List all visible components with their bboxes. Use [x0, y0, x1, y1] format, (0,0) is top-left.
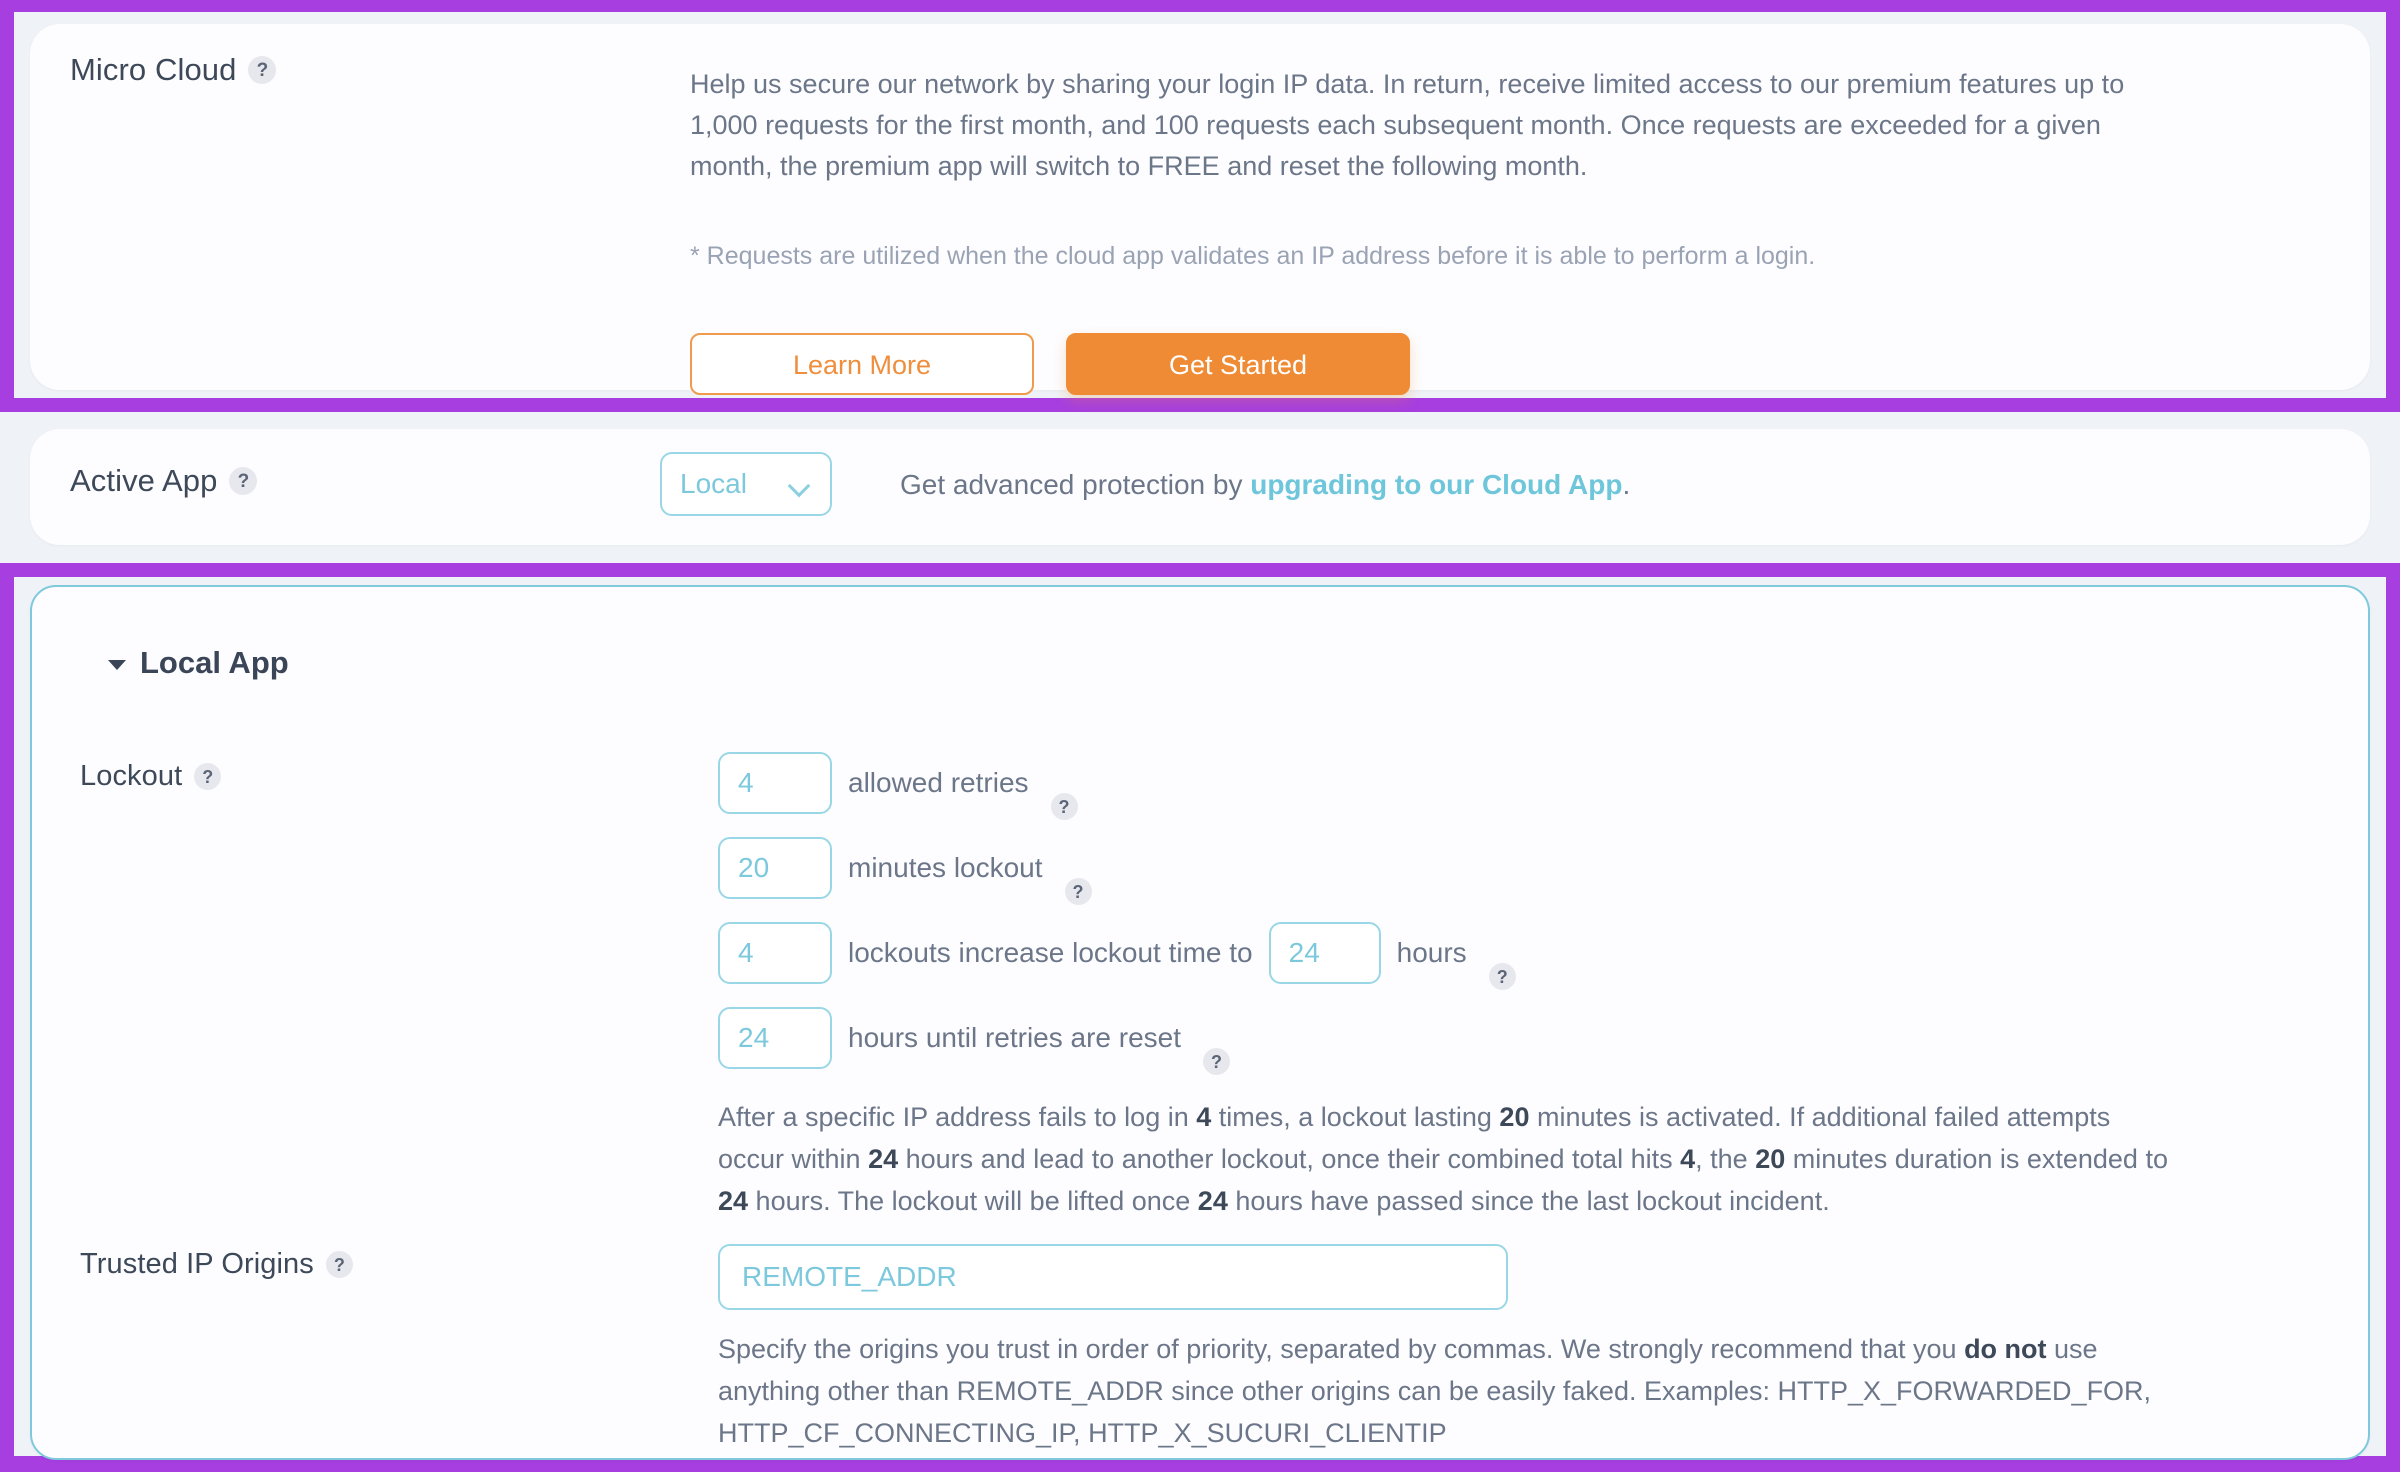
lockout-row-minutes-lockout: minutes lockout ?	[718, 837, 1092, 905]
active-app-select-value: Local	[680, 468, 747, 499]
minutes-lockout-input[interactable]	[718, 837, 832, 899]
upgrade-notice-suffix: .	[1622, 469, 1631, 500]
local-app-section-toggle[interactable]: Local App	[108, 645, 289, 681]
trusted-ip-origins-label: Trusted IP Origins ?	[80, 1248, 353, 1281]
micro-cloud-note: * Requests are utilized when the cloud a…	[690, 242, 1816, 270]
micro-cloud-label: Micro Cloud ?	[70, 52, 277, 88]
lockout-row-retries-reset: hours until retries are reset ?	[718, 1007, 1231, 1075]
upgrade-notice: Get advanced protection by upgrading to …	[900, 469, 1630, 501]
lockout-label: Lockout ?	[80, 760, 222, 793]
lockout-row-allowed-retries: allowed retries ?	[718, 752, 1078, 820]
allowed-retries-label: allowed retries	[848, 767, 1029, 798]
settings-page: Micro Cloud ? Help us secure our network…	[0, 0, 2400, 1472]
caret-down-icon	[108, 660, 126, 670]
lockout-label-text: Lockout	[80, 760, 183, 792]
increased-hours-input[interactable]	[1268, 922, 1381, 984]
micro-cloud-button-row: Learn More Get Started	[690, 333, 2190, 395]
minutes-lockout-label: minutes lockout	[848, 852, 1043, 883]
question-mark-icon[interactable]: ?	[194, 763, 222, 790]
micro-cloud-label-text: Micro Cloud	[70, 52, 237, 87]
chevron-down-icon	[790, 478, 812, 490]
active-app-label-text: Active App	[70, 463, 218, 498]
micro-cloud-body: Help us secure our network by sharing yo…	[690, 64, 2190, 395]
question-mark-icon[interactable]: ?	[229, 467, 258, 495]
upgrade-cloud-app-link[interactable]: upgrading to our Cloud App	[1250, 469, 1622, 500]
question-mark-icon[interactable]: ?	[1203, 1048, 1231, 1075]
upgrade-notice-prefix: Get advanced protection by	[900, 469, 1251, 500]
get-started-button[interactable]: Get Started	[1066, 333, 1410, 395]
learn-more-button[interactable]: Learn More	[690, 333, 1034, 395]
trusted-ip-origins-label-text: Trusted IP Origins	[80, 1248, 314, 1280]
micro-cloud-description: Help us secure our network by sharing yo…	[690, 69, 2125, 181]
micro-cloud-card: Micro Cloud ? Help us secure our network…	[30, 24, 2370, 395]
lockout-description: After a specific IP address fails to log…	[718, 1102, 2168, 1216]
question-mark-icon[interactable]: ?	[1064, 878, 1092, 905]
local-app-title-text: Local App	[140, 645, 289, 680]
lockouts-increase-label: lockouts increase lockout time to	[848, 937, 1253, 968]
retries-reset-label: hours until retries are reset	[848, 1022, 1182, 1053]
question-mark-icon[interactable]: ?	[325, 1251, 353, 1278]
question-mark-icon[interactable]: ?	[248, 56, 277, 84]
trusted-ip-origins-description: Specify the origins you trust in order o…	[718, 1334, 2152, 1448]
lockouts-count-input[interactable]	[718, 922, 832, 984]
allowed-retries-input[interactable]	[718, 752, 832, 814]
question-mark-icon[interactable]: ?	[1488, 963, 1516, 990]
retries-reset-hours-input[interactable]	[718, 1007, 832, 1069]
trusted-ip-origins-input[interactable]	[718, 1244, 1508, 1310]
lockout-row-increase-time: lockouts increase lockout time to hours …	[718, 922, 1516, 990]
question-mark-icon[interactable]: ?	[1050, 793, 1078, 820]
increased-hours-label: hours	[1396, 937, 1467, 968]
active-app-label: Active App ?	[70, 463, 258, 499]
active-app-select[interactable]: Local	[660, 452, 832, 516]
